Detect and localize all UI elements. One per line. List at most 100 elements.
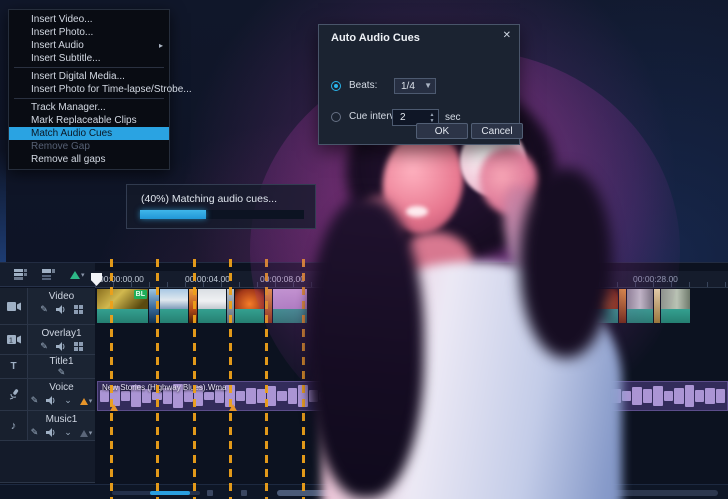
- app-window: ▾ 00:00:00.00 00:00:04.00 00:00:08.00 00…: [0, 0, 728, 499]
- menu-item-match-audio-cues[interactable]: Match Audio Cues: [9, 127, 169, 140]
- zoom-out-button[interactable]: [207, 490, 213, 496]
- track-header-music1: ♪ Music1 ✎ ⌄ ▾: [0, 411, 95, 441]
- grid-options-icon[interactable]: [73, 342, 83, 351]
- chevron-down-icon: ▼: [424, 81, 432, 90]
- track-name: Video: [48, 291, 75, 302]
- menu-item-insert-photo[interactable]: Insert Photo...: [9, 26, 169, 39]
- auto-audio-cues-dialog: Auto Audio Cues ✕ Beats: 1/4 ▼ Cue inter…: [318, 24, 523, 145]
- video-clip[interactable]: [198, 289, 226, 323]
- timeline-toolbar: ▾: [0, 263, 95, 287]
- overlay-track-icon: 1: [0, 325, 28, 354]
- beats-label: Beats:: [349, 80, 378, 91]
- smile-shape: [406, 206, 428, 217]
- zoom-in-button[interactable]: [241, 490, 247, 496]
- video-clip[interactable]: BL: [97, 289, 148, 323]
- video-clip[interactable]: [627, 289, 653, 323]
- track-name: Overlay1: [41, 328, 82, 339]
- audio-cue-button-disabled[interactable]: ▾: [79, 429, 93, 437]
- track-name: Music1: [45, 414, 78, 425]
- audio-cue-marker: [599, 404, 607, 411]
- cue-line: [110, 259, 113, 499]
- sec-unit-label: sec: [445, 112, 461, 123]
- track-header-title1: T Title1 ✎: [0, 355, 95, 379]
- video-track-icon: [0, 288, 28, 324]
- voice-track-icon: [0, 379, 28, 410]
- beats-dropdown[interactable]: 1/4 ▼: [394, 78, 436, 94]
- hand-shape: [347, 190, 411, 262]
- caret-down-icon: ▾: [81, 271, 85, 279]
- ripple-edit-icon[interactable]: ✎: [40, 304, 48, 315]
- cue-line: [302, 259, 305, 499]
- ok-button[interactable]: OK: [416, 123, 468, 139]
- transition-clip[interactable]: [573, 289, 586, 323]
- auto-scroll-toggle[interactable]: ▾: [70, 270, 85, 279]
- track-header-voice: Voice ✎ ⌄ ▾: [0, 379, 95, 411]
- beats-radio[interactable]: [331, 80, 341, 91]
- track-name: Voice: [49, 382, 74, 393]
- mute-speaker-icon[interactable]: [55, 305, 66, 314]
- single-track-view-icon[interactable]: [42, 269, 55, 280]
- video-clip[interactable]: [160, 289, 188, 323]
- menu-item-insert-photo-timelapse[interactable]: Insert Photo for Time-lapse/Strobe...: [9, 83, 192, 96]
- mute-speaker-icon[interactable]: [46, 428, 56, 437]
- ripple-edit-icon[interactable]: ✎: [58, 367, 66, 378]
- track-header-empty: [0, 441, 95, 483]
- cue-line: [376, 259, 379, 499]
- cancel-button[interactable]: Cancel: [471, 123, 523, 139]
- video-clip[interactable]: [235, 289, 264, 323]
- ripple-edit-icon[interactable]: ✎: [31, 395, 39, 406]
- progress-panel: (40%) Matching audio cues...: [126, 184, 316, 229]
- mute-speaker-icon[interactable]: [55, 342, 66, 351]
- menu-item-insert-audio[interactable]: Insert Audio ▸: [9, 39, 169, 52]
- cue-line: [265, 259, 268, 499]
- menu-item-mark-replaceable-clips[interactable]: Mark Replaceable Clips: [9, 114, 169, 127]
- ripple-edit-icon[interactable]: ✎: [31, 427, 39, 438]
- waveform-toggle-icon[interactable]: ⌄: [64, 427, 72, 438]
- beats-row: Beats:: [331, 80, 377, 91]
- video-clip[interactable]: [587, 289, 618, 323]
- timeline-panel: ▾ 00:00:00.00 00:00:04.00 00:00:08.00 00…: [0, 259, 728, 499]
- menu-item-insert-video[interactable]: Insert Video...: [9, 13, 169, 26]
- music-track-icon: ♪: [0, 411, 28, 440]
- audio-cue-button[interactable]: ▾: [79, 397, 93, 405]
- caret-down-icon: ▾: [88, 397, 93, 405]
- submenu-arrow-icon: ▸: [158, 41, 163, 50]
- transition-clip[interactable]: [619, 289, 626, 323]
- menu-separator: [14, 98, 164, 99]
- ripple-edit-icon[interactable]: ✎: [40, 341, 48, 352]
- track-name: Title1: [49, 356, 74, 367]
- menu-item-track-manager[interactable]: Track Manager...: [9, 101, 169, 114]
- cue-line: [156, 259, 159, 499]
- cue-interval-radio[interactable]: [331, 111, 341, 122]
- track-view-icon[interactable]: [14, 269, 27, 280]
- grid-options-icon[interactable]: [73, 305, 83, 314]
- green-triangle-icon: [70, 270, 80, 279]
- cue-line: [412, 259, 415, 499]
- caret-down-icon: ▾: [88, 429, 93, 437]
- cue-line: [339, 259, 342, 499]
- waveform-toggle-icon[interactable]: ⌄: [64, 395, 72, 406]
- track-header-overlay1: 1 Overlay1 ✎: [0, 325, 95, 355]
- ruler-timestamp: 00:00:28.00: [633, 274, 678, 284]
- mute-speaker-icon[interactable]: [46, 396, 56, 405]
- video-clip[interactable]: [661, 289, 690, 323]
- menu-item-remove-all-gaps[interactable]: Remove all gaps: [9, 153, 169, 166]
- menu-item-remove-gap[interactable]: Remove Gap: [9, 140, 169, 153]
- context-menu: Insert Video... Insert Photo... Insert A…: [8, 9, 192, 170]
- cue-line: [229, 259, 232, 499]
- title-track-icon: T: [0, 355, 28, 378]
- hand-shape: [472, 141, 546, 221]
- progress-label: (40%) Matching audio cues...: [141, 193, 277, 205]
- ruler-timestamp: 00:00:00.00: [99, 274, 144, 284]
- menu-item-insert-subtitle[interactable]: Insert Subtitle...: [9, 52, 169, 65]
- menu-separator: [14, 67, 164, 68]
- orange-cue-triangle-icon: [79, 397, 88, 405]
- dialog-title: Auto Audio Cues: [331, 32, 420, 44]
- menu-item-insert-digital-media[interactable]: Insert Digital Media...: [9, 70, 169, 83]
- horizontal-scrollbar[interactable]: [277, 490, 718, 496]
- svg-text:1: 1: [9, 338, 13, 345]
- scrollbar-thumb[interactable]: [277, 490, 560, 496]
- audio-clip-label: New Stories (Highway Blues).Wma: [102, 383, 227, 392]
- close-icon[interactable]: ✕: [503, 30, 511, 41]
- transition-clip[interactable]: [654, 289, 660, 323]
